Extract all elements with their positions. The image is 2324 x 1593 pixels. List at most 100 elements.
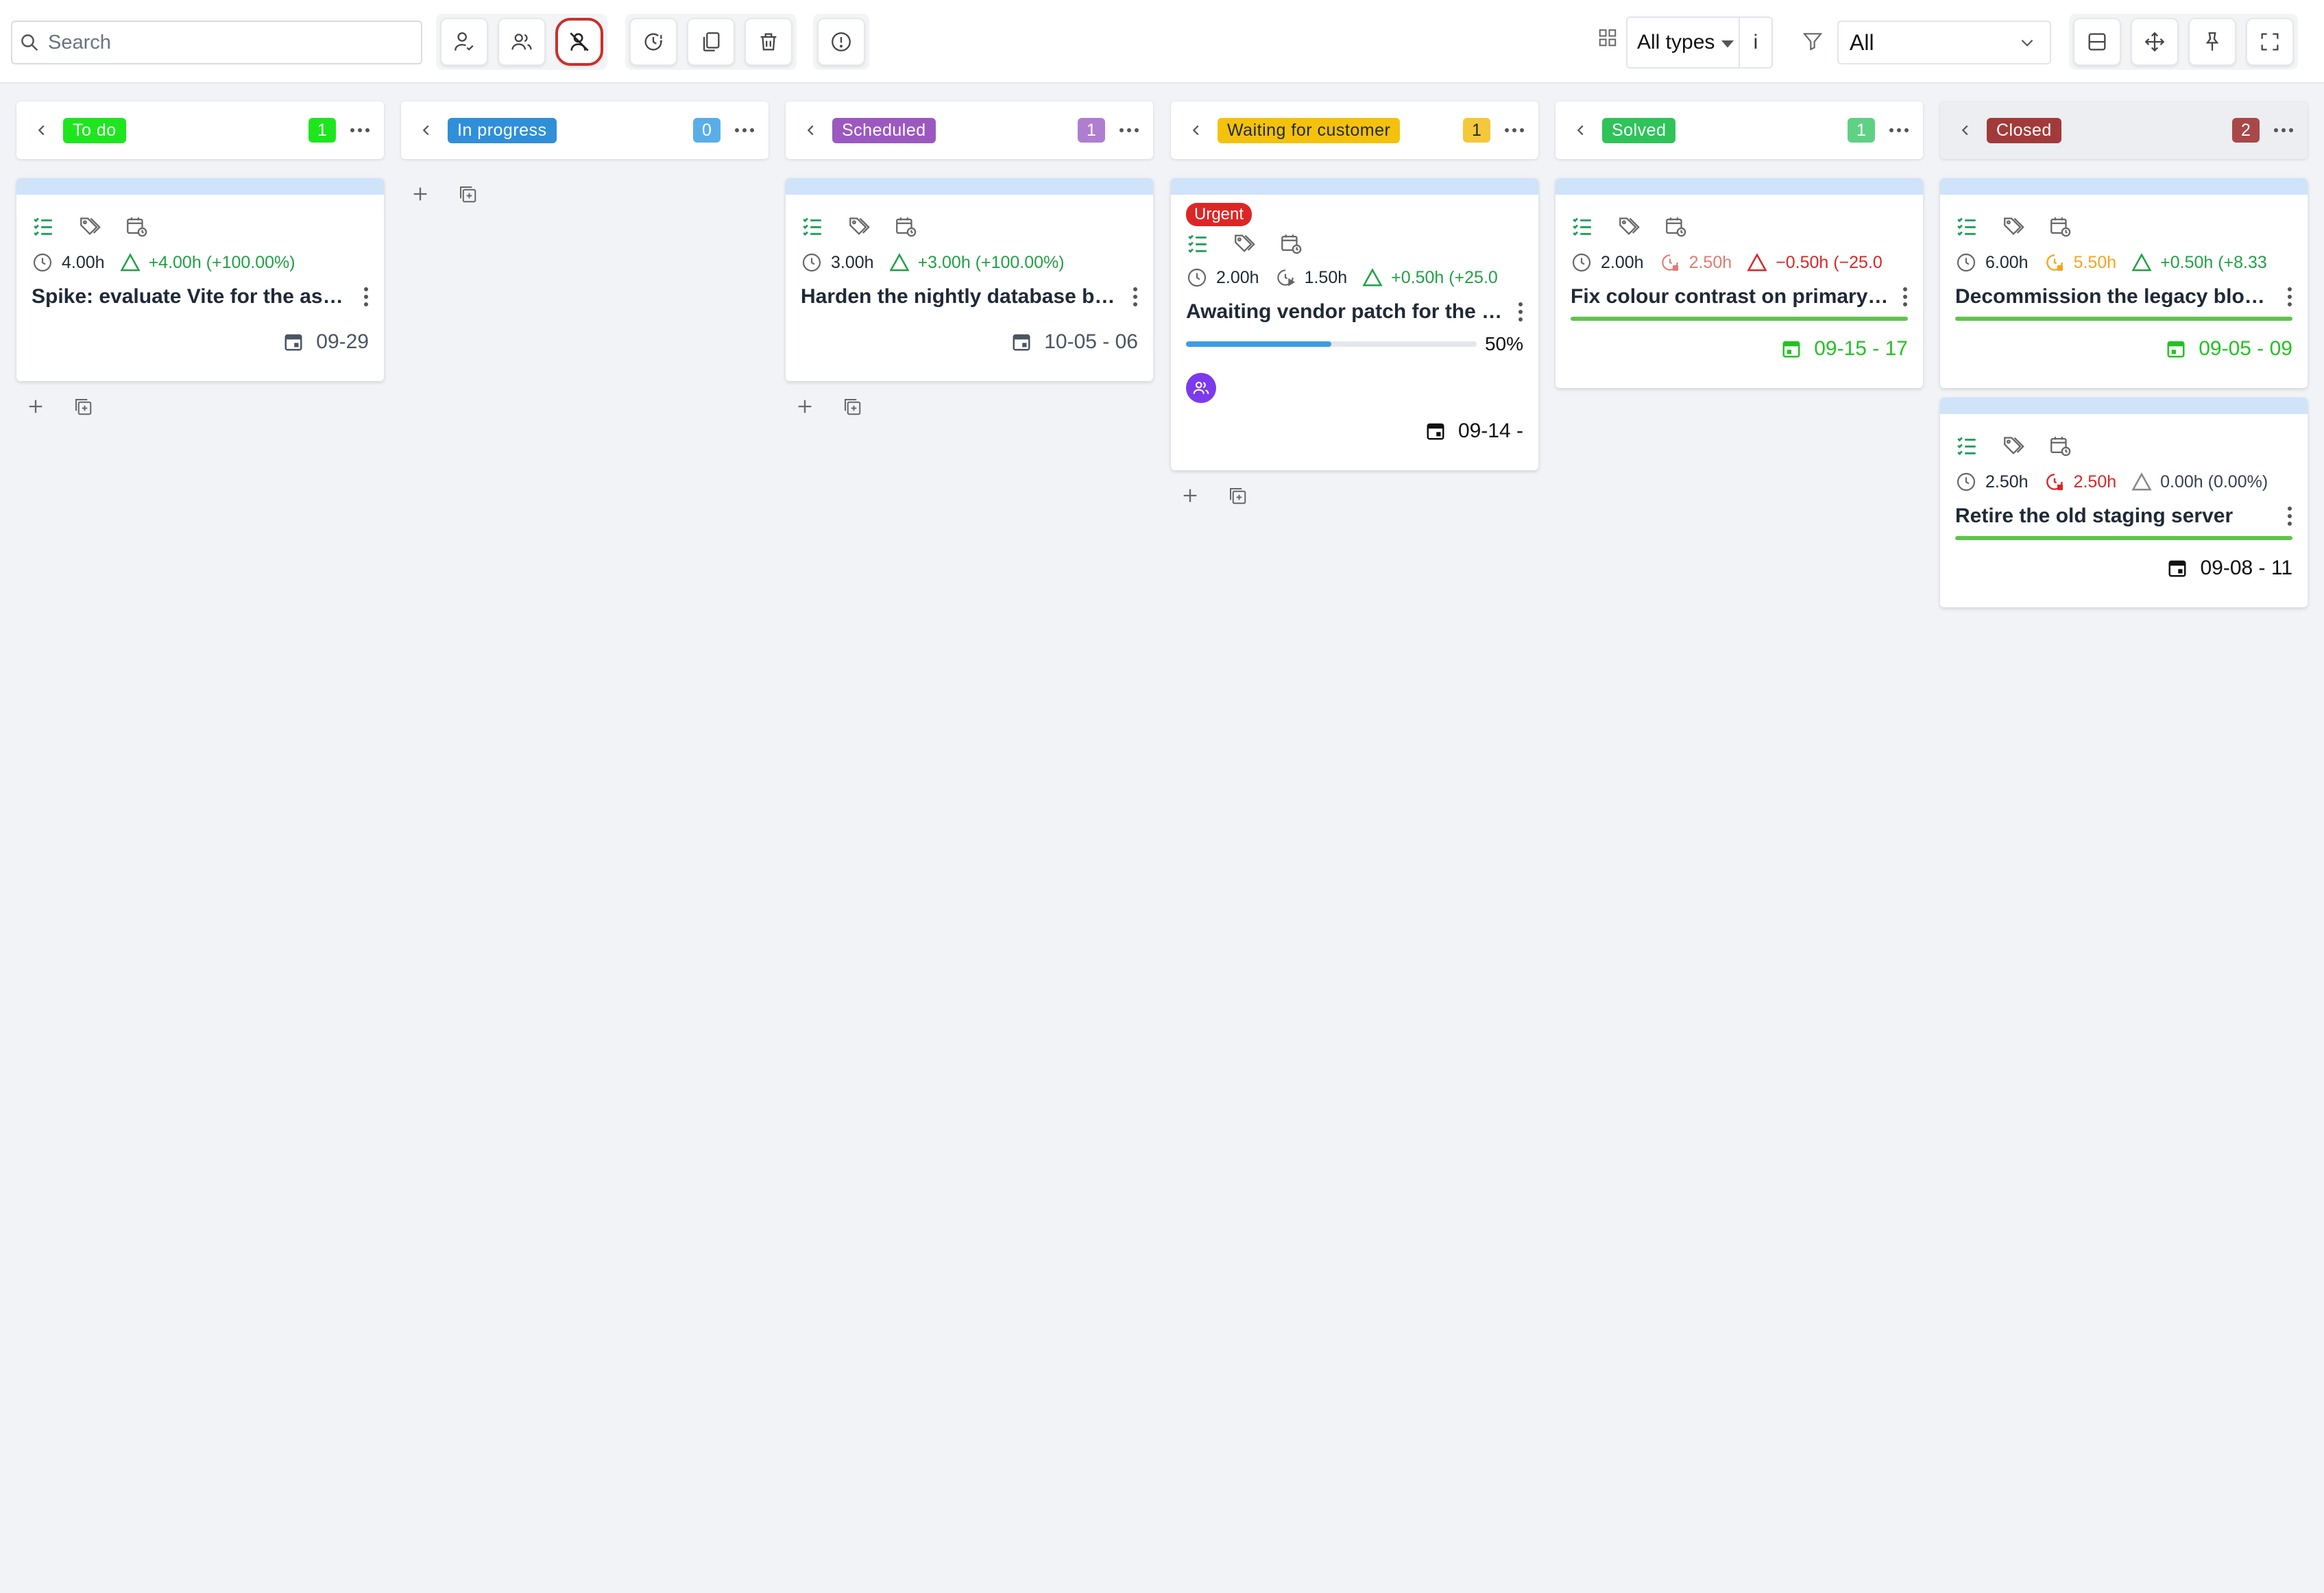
type-info-button[interactable]: i <box>1739 18 1771 67</box>
more-vertical-icon[interactable] <box>1518 302 1523 322</box>
more-horizontal-icon[interactable] <box>350 127 370 134</box>
type-filter-select[interactable]: All types i <box>1626 16 1773 69</box>
delta-triangle-icon <box>119 253 141 272</box>
more-vertical-icon[interactable] <box>363 287 369 307</box>
add-card-icon[interactable] <box>795 397 814 416</box>
collapse-chevron-icon[interactable] <box>1573 123 1588 138</box>
add-card-icon[interactable] <box>411 184 430 204</box>
due-date: 09-08 - 11 <box>2200 557 2292 579</box>
collapse-chevron-icon[interactable] <box>419 123 434 138</box>
alert-button[interactable] <box>817 18 865 66</box>
team-avatar[interactable] <box>1186 373 1216 403</box>
checklist-icon[interactable] <box>1186 232 1209 255</box>
task-card[interactable]: 3.00h +3.00h (+100.00%) Harden the night… <box>786 178 1153 381</box>
search-box[interactable] <box>11 21 422 64</box>
checklist-icon[interactable] <box>32 215 55 238</box>
checklist-icon[interactable] <box>801 215 824 238</box>
column-scheduled: Scheduled 1 3.00h +3.00h (+100.00%) Hard… <box>786 101 1153 417</box>
due-date: 09-29 <box>316 330 369 353</box>
tags-icon[interactable] <box>1617 215 1641 238</box>
estimate-value: 6.00h <box>1985 252 2029 272</box>
split-view-button[interactable] <box>2073 18 2121 66</box>
column-in-progress: In progress 0 <box>401 101 768 204</box>
task-card[interactable]: Urgent 2.00h 1.50h +0.50h (+25.0 Awaitin… <box>1171 178 1538 470</box>
task-card[interactable]: 4.00h +4.00h (+100.00%) Spike: evaluate … <box>16 178 384 381</box>
card-title[interactable]: Fix colour contrast on primary buttons <box>1571 285 1893 308</box>
time-log-button[interactable] <box>629 18 677 66</box>
delete-button[interactable] <box>745 18 792 66</box>
chevron-down-icon <box>2018 34 2036 51</box>
priority-tag: Urgent <box>1186 203 1252 226</box>
task-card[interactable]: 2.00h 2.50h −0.50h (−25.0 Fix colour con… <box>1556 178 1923 388</box>
tags-icon[interactable] <box>78 215 101 238</box>
checklist-icon[interactable] <box>1955 215 1978 238</box>
tags-icon[interactable] <box>2002 434 2025 457</box>
team-button[interactable] <box>498 18 546 66</box>
add-card-icon[interactable] <box>1181 486 1200 505</box>
alert-circle-icon <box>830 30 853 53</box>
type-filter-value: All types <box>1637 31 1715 53</box>
assigned-to-me-button[interactable] <box>440 18 488 66</box>
delta-triangle-icon <box>2131 253 2152 272</box>
collapse-chevron-icon[interactable] <box>803 123 819 138</box>
more-vertical-icon[interactable] <box>2287 287 2292 307</box>
more-vertical-icon[interactable] <box>1133 287 1138 307</box>
more-horizontal-icon[interactable] <box>1504 127 1525 134</box>
add-from-template-icon[interactable] <box>73 396 93 417</box>
card-title[interactable]: Spike: evaluate Vite for the asset pipel… <box>32 285 354 308</box>
calendar-icon <box>283 332 304 352</box>
calendar-check-icon <box>2166 339 2186 359</box>
unassigned-button[interactable] <box>555 18 603 66</box>
checklist-icon[interactable] <box>1571 215 1594 238</box>
move-button[interactable] <box>2131 18 2179 66</box>
more-horizontal-icon[interactable] <box>1119 127 1139 134</box>
user-check-icon <box>452 30 476 53</box>
delta-value: −0.50h (−25.0 <box>1776 252 1883 272</box>
card-title[interactable]: Retire the old staging server <box>1955 504 2233 528</box>
calendar-clock-icon[interactable] <box>2048 215 2072 238</box>
card-count: 1 <box>1848 118 1875 143</box>
add-from-template-icon[interactable] <box>842 396 862 417</box>
more-horizontal-icon[interactable] <box>2273 127 2294 134</box>
card-title[interactable]: Awaiting vendor patch for the payment ga… <box>1186 300 1508 324</box>
calendar-clock-icon[interactable] <box>1664 215 1687 238</box>
collapse-chevron-icon[interactable] <box>1958 123 1973 138</box>
search-input[interactable] <box>47 30 403 55</box>
task-card[interactable]: 2.50h 2.50h 0.00h (0.00%) Retire the old… <box>1940 398 2308 607</box>
card-title[interactable]: Harden the nightly database backup job <box>801 285 1123 308</box>
calendar-clock-icon[interactable] <box>894 215 917 238</box>
due-date: 09-05 - 09 <box>2199 337 2292 360</box>
card-color-strip <box>1171 178 1538 195</box>
add-card-icon[interactable] <box>26 397 45 416</box>
tags-icon[interactable] <box>1233 232 1256 255</box>
more-horizontal-icon[interactable] <box>1889 127 1909 134</box>
task-card[interactable]: 6.00h 5.50h +0.50h (+8.33 Decommission t… <box>1940 178 2308 388</box>
tags-icon[interactable] <box>847 215 871 238</box>
checklist-icon[interactable] <box>1955 434 1978 457</box>
more-vertical-icon[interactable] <box>2287 506 2292 526</box>
card-color-strip <box>786 178 1153 195</box>
add-from-template-icon[interactable] <box>457 184 478 204</box>
estimate-value: 2.50h <box>1985 472 2029 491</box>
calendar-clock-icon[interactable] <box>1279 232 1303 255</box>
collapse-chevron-icon[interactable] <box>1189 123 1204 138</box>
collapse-chevron-icon[interactable] <box>34 123 49 138</box>
calendar-clock-icon[interactable] <box>2048 434 2072 457</box>
status-filter-select[interactable]: All <box>1837 21 2051 64</box>
calendar-icon <box>1425 421 1446 441</box>
calendar-clock-icon[interactable] <box>125 215 148 238</box>
status-badge: In progress <box>448 117 557 143</box>
tags-icon[interactable] <box>2002 215 2025 238</box>
add-from-template-icon[interactable] <box>1227 485 1248 506</box>
column-header: Scheduled 1 <box>786 101 1153 159</box>
delta-value: 0.00h (0.00%) <box>2160 472 2268 491</box>
duplicate-button[interactable] <box>687 18 735 66</box>
pin-button[interactable] <box>2188 18 2236 66</box>
copy-icon <box>699 30 723 53</box>
fullscreen-button[interactable] <box>2246 18 2294 66</box>
progress-percent: 50% <box>1484 333 1523 354</box>
more-vertical-icon[interactable] <box>1902 287 1908 307</box>
card-title[interactable]: Decommission the legacy blog app <box>1955 285 2277 308</box>
more-horizontal-icon[interactable] <box>734 127 755 134</box>
calendar-check-icon <box>1781 339 1802 359</box>
